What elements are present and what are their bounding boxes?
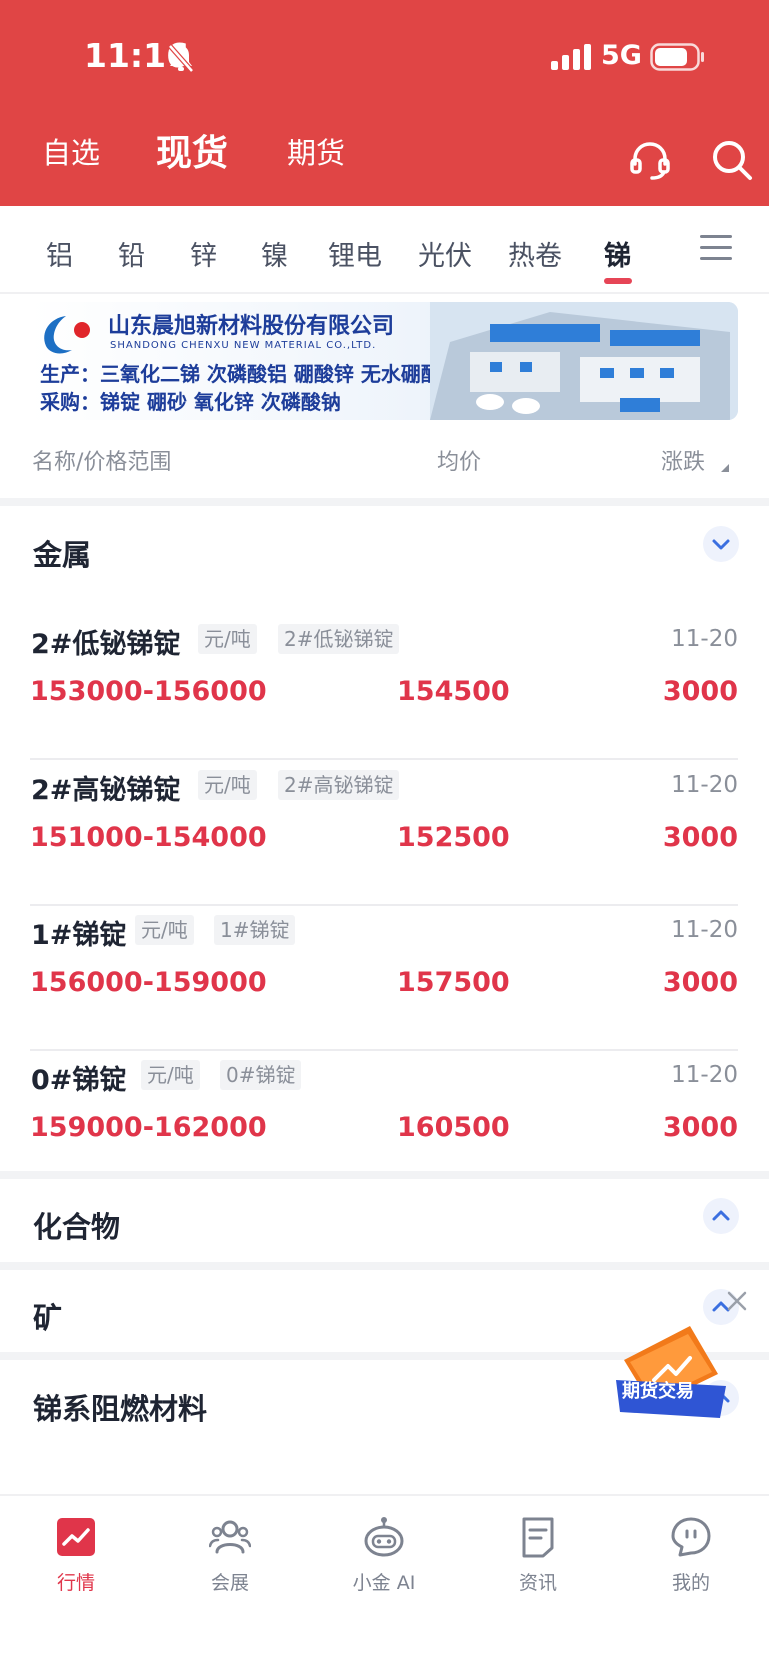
category-antimony[interactable]: 锑 bbox=[604, 234, 631, 273]
unit-tag: 元/吨 bbox=[198, 624, 257, 654]
average-price: 160500 bbox=[397, 1112, 510, 1143]
cellular-signal-icon bbox=[551, 44, 591, 70]
tab-spot[interactable]: 现货 bbox=[156, 124, 228, 176]
category-photovoltaic[interactable]: 光伏 bbox=[418, 234, 472, 273]
section-separator bbox=[0, 498, 769, 506]
advertisement-banner[interactable]: 山东晨旭新材料股份有限公司 SHANDONG CHENXU NEW MATERI… bbox=[30, 302, 738, 420]
price-row[interactable]: 0#锑锭 元/吨 0#锑锭 11-20 159000-162000 160500… bbox=[30, 1050, 738, 1162]
tab-futures[interactable]: 期货 bbox=[287, 130, 345, 172]
tab-watchlist[interactable]: 自选 bbox=[42, 130, 100, 172]
chevron-up-icon bbox=[712, 1210, 730, 1221]
spec-tag: 1#锑锭 bbox=[214, 915, 296, 945]
nav-news-label: 资讯 bbox=[518, 1572, 557, 1594]
close-icon[interactable] bbox=[726, 1290, 748, 1312]
product-name: 0#锑锭 bbox=[31, 1065, 127, 1096]
category-lead[interactable]: 铅 bbox=[118, 234, 145, 273]
average-price: 152500 bbox=[397, 822, 510, 853]
price-date: 11-20 bbox=[671, 1062, 738, 1088]
bell-muted-icon bbox=[168, 44, 194, 73]
nav-market-label: 行情 bbox=[56, 1572, 95, 1594]
section-title-ore[interactable]: 矿 bbox=[33, 1295, 62, 1337]
nav-profile-label: 我的 bbox=[671, 1572, 710, 1594]
category-hot-coil[interactable]: 热卷 bbox=[508, 234, 562, 273]
network-type: 5G bbox=[601, 40, 642, 71]
price-range: 151000-154000 bbox=[30, 822, 267, 853]
nav-exhibition-label: 会展 bbox=[210, 1572, 249, 1594]
unit-tag: 元/吨 bbox=[198, 770, 257, 800]
price-change: 3000 bbox=[662, 676, 738, 707]
column-name-range: 名称/价格范围 bbox=[32, 450, 172, 475]
unit-tag: 元/吨 bbox=[135, 915, 194, 945]
banner-products: 生产：三氧化二锑 次磷酸铝 硼酸锌 无水硼酸锌 bbox=[40, 362, 461, 386]
battery-icon bbox=[650, 43, 704, 71]
price-range: 156000-159000 bbox=[30, 967, 267, 998]
price-change: 3000 bbox=[662, 967, 738, 998]
chart-trend-icon bbox=[57, 1518, 95, 1556]
price-row[interactable]: 2#低铋锑锭 元/吨 2#低铋锑锭 11-20 153000-156000 15… bbox=[30, 614, 738, 760]
price-change: 3000 bbox=[662, 1112, 738, 1143]
active-category-indicator bbox=[604, 278, 632, 284]
category-lithium[interactable]: 锂电 bbox=[328, 234, 382, 273]
factory-illustration-icon bbox=[430, 302, 738, 420]
robot-icon bbox=[364, 1517, 404, 1557]
price-row[interactable]: 1#锑锭 元/吨 1#锑锭 11-20 156000-159000 157500… bbox=[30, 905, 738, 1051]
banner-company-english: SHANDONG CHENXU NEW MATERIAL CO.,LTD. bbox=[110, 340, 377, 351]
section-title-compound[interactable]: 化合物 bbox=[33, 1204, 120, 1246]
top-header: 11:16 5G 自选 现货 期货 bbox=[0, 0, 769, 206]
price-range: 159000-162000 bbox=[30, 1112, 267, 1143]
nav-exhibition[interactable]: 会展 bbox=[180, 1516, 280, 1595]
nav-market[interactable]: 行情 bbox=[26, 1516, 126, 1595]
spec-tag: 2#低铋锑锭 bbox=[278, 624, 400, 654]
section-title-flame-retardant[interactable]: 锑系阻燃材料 bbox=[33, 1386, 207, 1428]
column-average: 均价 bbox=[437, 450, 482, 475]
search-icon[interactable] bbox=[710, 138, 754, 182]
promo-label[interactable]: 期货交易 bbox=[622, 1377, 730, 1409]
price-date: 11-20 bbox=[671, 772, 738, 798]
company-logo-icon bbox=[44, 316, 90, 354]
category-zinc[interactable]: 锌 bbox=[190, 234, 217, 273]
metal-category-bar: 铝 铅 锌 镍 锂电 光伏 热卷 锑 bbox=[0, 206, 769, 294]
category-aluminum[interactable]: 铝 bbox=[46, 234, 73, 273]
price-change: 3000 bbox=[662, 822, 738, 853]
price-date: 11-20 bbox=[671, 917, 738, 943]
nav-ai-label: 小金 AI bbox=[352, 1572, 416, 1594]
product-name: 2#低铋锑锭 bbox=[31, 629, 181, 660]
section-title-metal: 金属 bbox=[33, 538, 92, 572]
column-change[interactable]: 涨跌 bbox=[661, 444, 705, 476]
unit-tag: 元/吨 bbox=[141, 1060, 200, 1090]
price-date: 11-20 bbox=[671, 626, 738, 652]
profile-face-icon bbox=[671, 1517, 711, 1557]
banner-company-name: 山东晨旭新材料股份有限公司 bbox=[108, 314, 395, 339]
nav-news[interactable]: 资讯 bbox=[488, 1516, 588, 1595]
spec-tag: 2#高铋锑锭 bbox=[278, 770, 400, 800]
spec-tag: 0#锑锭 bbox=[220, 1060, 302, 1090]
document-icon bbox=[522, 1517, 554, 1558]
headset-icon[interactable] bbox=[628, 138, 672, 182]
price-range: 153000-156000 bbox=[30, 676, 267, 707]
expand-compound-button[interactable] bbox=[703, 1198, 739, 1234]
nav-profile[interactable]: 我的 bbox=[641, 1516, 741, 1595]
banner-purchase: 采购：锑锭 硼砂 氧化锌 次磷酸钠 bbox=[40, 390, 341, 414]
section-separator bbox=[0, 1171, 769, 1179]
menu-icon[interactable] bbox=[700, 234, 732, 262]
sort-indicator-icon[interactable] bbox=[719, 464, 729, 472]
average-price: 157500 bbox=[397, 967, 510, 998]
nav-ai-assistant[interactable]: 小金 AI bbox=[334, 1516, 434, 1595]
collapse-metal-button[interactable] bbox=[703, 526, 739, 562]
product-name: 1#锑锭 bbox=[31, 920, 127, 951]
product-name: 2#高铋锑锭 bbox=[31, 775, 181, 806]
bottom-navigation: 行情 会展 小金 AI 资讯 我的 bbox=[0, 1494, 769, 1665]
category-nickel[interactable]: 镍 bbox=[261, 234, 288, 273]
people-icon bbox=[209, 1520, 251, 1554]
section-separator bbox=[0, 1262, 769, 1270]
chevron-down-icon bbox=[712, 539, 730, 550]
price-row[interactable]: 2#高铋锑锭 元/吨 2#高铋锑锭 11-20 151000-154000 15… bbox=[30, 760, 738, 906]
average-price: 154500 bbox=[397, 676, 510, 707]
